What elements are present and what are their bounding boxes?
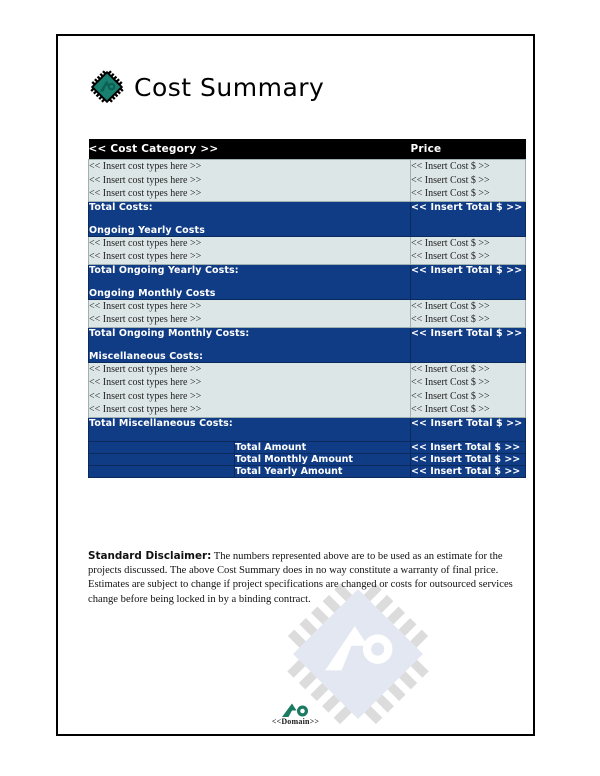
cost-type-placeholder: << Insert cost types here >> (89, 390, 202, 402)
cost-price-cell: << Insert Cost $ >> << Insert Cost $ >> (410, 298, 526, 328)
table-header-row: << Cost Category >> Price (88, 139, 526, 160)
cost-price-cell: << Insert Cost $ >> << Insert Cost $ >> … (410, 159, 526, 202)
cost-type-placeholder: << Insert cost types here >> (89, 251, 202, 262)
cost-type-placeholder: << Insert cost types here >> (89, 404, 202, 415)
section-total-label-cell: Total Ongoing Yearly Costs: Ongoing Mont… (88, 263, 411, 300)
cost-type-cell: << Insert cost types here >> << Insert c… (88, 361, 411, 418)
cost-type-placeholder: << Insert cost types here >> (89, 363, 202, 375)
cost-type-placeholder: << Insert cost types here >> (89, 161, 202, 172)
cost-type-placeholder: << Insert cost types here >> (89, 174, 202, 186)
section-total-value: << Insert Total $ >> (410, 326, 526, 363)
grand-total-value: << Insert Total $ >> (410, 464, 526, 478)
section-total-row: Total Ongoing Yearly Costs: Ongoing Mont… (88, 263, 526, 300)
cost-price-placeholder: << Insert Cost $ >> (411, 174, 490, 186)
chip-diamond-icon (90, 70, 124, 104)
table-row: << Insert cost types here >> << Insert c… (88, 298, 526, 328)
cost-price-placeholder: << Insert Cost $ >> (411, 237, 490, 249)
cost-price-placeholder: << Insert Cost $ >> (411, 161, 490, 172)
section-heading: Ongoing Yearly Costs (89, 224, 205, 236)
cost-price-placeholder: << Insert Cost $ >> (411, 377, 490, 388)
grand-total-row: Total Yearly Amount << Insert Total $ >> (88, 464, 526, 478)
section-total-label-cell: Total Ongoing Monthly Costs: Miscellaneo… (88, 326, 411, 363)
document-footer: <<Domain>> (58, 701, 533, 726)
cost-type-placeholder: << Insert cost types here >> (89, 188, 202, 199)
section-total-label: Total Ongoing Yearly Costs: (89, 264, 239, 276)
table-row: << Insert cost types here >> << Insert c… (88, 159, 526, 202)
standard-disclaimer: Standard Disclaimer: The numbers represe… (88, 549, 520, 607)
grand-total-value: << Insert Total $ >> (410, 440, 526, 454)
grand-total-row: Total Monthly Amount << Insert Total $ >… (88, 452, 526, 466)
cost-price-cell: << Insert Cost $ >> << Insert Cost $ >> (410, 235, 526, 265)
section-total-value: << Insert Total $ >> (410, 263, 526, 300)
cost-type-cell: << Insert cost types here >> << Insert c… (88, 298, 411, 328)
cost-price-placeholder: << Insert Cost $ >> (411, 314, 490, 325)
cost-price-placeholder: << Insert Cost $ >> (411, 188, 490, 199)
document-header: Cost Summary (88, 64, 324, 110)
section-total-row: Total Ongoing Monthly Costs: Miscellaneo… (88, 326, 526, 363)
column-header-price: Price (410, 139, 526, 160)
cost-type-placeholder: << Insert cost types here >> (89, 314, 202, 325)
section-total-value: << Insert Total $ >> (410, 200, 526, 237)
section-total-value: << Insert Total $ >> (410, 416, 526, 442)
section-heading: Ongoing Monthly Costs (89, 287, 216, 299)
cost-price-placeholder: << Insert Cost $ >> (411, 390, 490, 402)
cost-type-placeholder: << Insert cost types here >> (89, 237, 202, 249)
table-row: << Insert cost types here >> << Insert c… (88, 361, 526, 418)
cost-price-placeholder: << Insert Cost $ >> (411, 404, 490, 415)
grand-total-value: << Insert Total $ >> (410, 452, 526, 466)
cost-price-placeholder: << Insert Cost $ >> (411, 251, 490, 262)
cost-type-placeholder: << Insert cost types here >> (89, 300, 202, 312)
cost-type-placeholder: << Insert cost types here >> (89, 377, 202, 388)
column-header-category: << Cost Category >> (88, 139, 411, 160)
section-total-label: Total Costs: (89, 201, 153, 213)
footer-domain-label: <<Domain>> (271, 717, 320, 726)
section-total-label: Total Miscellaneous Costs: (89, 417, 233, 429)
page-title: Cost Summary (134, 72, 325, 102)
section-total-label-cell: Total Costs: Ongoing Yearly Costs (88, 200, 411, 237)
cost-price-placeholder: << Insert Cost $ >> (411, 300, 490, 312)
cost-price-cell: << Insert Cost $ >> << Insert Cost $ >> … (410, 361, 526, 418)
cost-type-cell: << Insert cost types here >> << Insert c… (88, 159, 411, 202)
section-total-row: Total Costs: Ongoing Yearly Costs << Ins… (88, 200, 526, 237)
disclaimer-lead: Standard Disclaimer: (88, 550, 212, 562)
cost-type-cell: << Insert cost types here >> << Insert c… (88, 235, 411, 265)
cost-summary-table: << Cost Category >> Price << Insert cost… (88, 139, 526, 478)
section-total-label-cell: Total Miscellaneous Costs: (88, 416, 411, 442)
section-total-row: Total Miscellaneous Costs: << Insert Tot… (88, 416, 526, 442)
grand-total-label: Total Amount (234, 440, 411, 454)
document-page: Cost Summary << Cost Category >> Price <… (56, 34, 535, 736)
section-total-label: Total Ongoing Monthly Costs: (89, 327, 250, 339)
section-heading: Miscellaneous Costs: (89, 350, 203, 362)
table-row: << Insert cost types here >> << Insert c… (88, 235, 526, 265)
grand-total-label: Total Monthly Amount (234, 452, 411, 466)
spacer-cell (88, 464, 235, 478)
cost-price-placeholder: << Insert Cost $ >> (411, 363, 490, 375)
grand-total-label: Total Yearly Amount (234, 464, 411, 478)
grand-total-row: Total Amount << Insert Total $ >> (88, 440, 526, 454)
spacer-cell (88, 452, 235, 466)
spacer-cell (88, 440, 235, 454)
